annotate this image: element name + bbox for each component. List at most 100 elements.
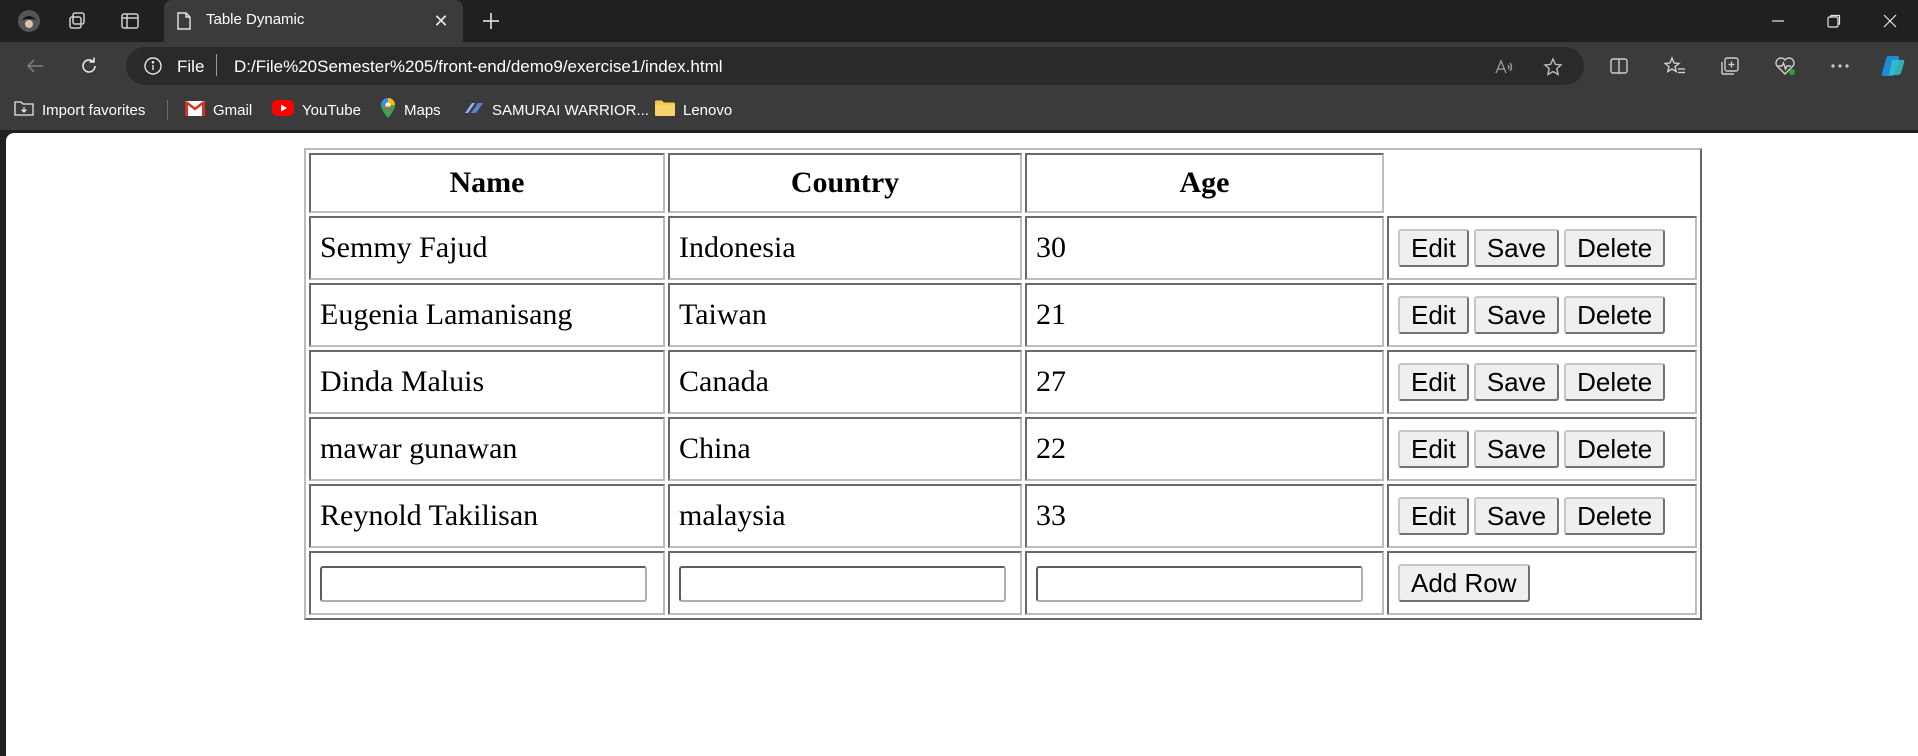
refresh-icon[interactable] [74, 52, 104, 80]
cell-actions: Edit Save Delete [1387, 417, 1697, 481]
cell-name: Semmy Fajud [309, 216, 665, 280]
dynamic-table: Name Country Age Semmy Fajud Indonesia 3… [304, 148, 1702, 620]
favorite-label: Lenovo [683, 101, 733, 119]
favorite-gmail[interactable]: Gmail [185, 100, 252, 120]
new-tab-icon[interactable] [478, 8, 504, 34]
delete-button[interactable]: Delete [1564, 363, 1666, 401]
table-row: mawar gunawan China 22 Edit Save Delete [309, 417, 1697, 481]
edit-button[interactable]: Edit [1398, 430, 1469, 468]
cell-name: mawar gunawan [309, 417, 665, 481]
cell-country: Canada [668, 350, 1022, 414]
site-info-icon[interactable] [144, 57, 162, 75]
address-bar[interactable]: File D:/File%20Semester%205/front-end/de… [126, 47, 1584, 85]
edit-button[interactable]: Edit [1398, 229, 1469, 267]
edit-button[interactable]: Edit [1398, 497, 1469, 535]
save-button[interactable]: Save [1473, 430, 1560, 468]
cell-new-country [668, 551, 1022, 615]
profile-avatar-icon[interactable] [16, 8, 42, 34]
minimize-icon[interactable] [1750, 0, 1806, 42]
cell-name: Reynold Takilisan [309, 484, 665, 548]
favorite-samurai-warrior[interactable]: SAMURAI WARRIOR... [464, 100, 649, 120]
cell-country: Indonesia [668, 216, 1022, 280]
cell-new-name [309, 551, 665, 615]
header-actions [1387, 153, 1697, 213]
cell-actions: Edit Save Delete [1387, 216, 1697, 280]
favorites-divider [167, 100, 168, 120]
delete-button[interactable]: Delete [1564, 229, 1666, 267]
url-divider [216, 54, 217, 76]
maps-icon [380, 98, 396, 122]
favorite-lenovo-folder[interactable]: Lenovo [655, 100, 732, 120]
copilot-icon[interactable] [1878, 52, 1908, 80]
cell-age: 21 [1025, 283, 1384, 347]
collections-icon[interactable] [1715, 52, 1745, 80]
workspaces-icon[interactable] [64, 8, 90, 34]
name-input[interactable] [320, 566, 647, 603]
close-tab-icon[interactable]: ✕ [429, 9, 453, 33]
delete-button[interactable]: Delete [1564, 296, 1666, 334]
restore-icon[interactable] [1806, 0, 1862, 42]
tab-strip: Table Dynamic ✕ [0, 0, 1918, 42]
favorite-star-icon[interactable] [1542, 56, 1564, 78]
cell-age: 33 [1025, 484, 1384, 548]
favorites-icon[interactable] [1660, 52, 1690, 80]
url-scheme-label: File [177, 57, 205, 76]
save-button[interactable]: Save [1473, 296, 1560, 334]
cell-actions: Edit Save Delete [1387, 350, 1697, 414]
favorite-label: Gmail [213, 101, 253, 119]
tab-actions-icon[interactable] [117, 8, 143, 34]
cell-country: China [668, 417, 1022, 481]
gmail-icon [185, 100, 205, 120]
samurai-icon [464, 101, 484, 119]
header-age: Age [1025, 153, 1384, 213]
favorite-import[interactable]: Import favorites [14, 100, 145, 120]
table-header-row: Name Country Age [309, 153, 1697, 213]
cell-actions: Edit Save Delete [1387, 283, 1697, 347]
folder-icon [655, 100, 675, 120]
save-button[interactable]: Save [1473, 229, 1560, 267]
read-aloud-icon[interactable] [1493, 56, 1515, 78]
cell-age: 22 [1025, 417, 1384, 481]
close-window-icon[interactable] [1862, 0, 1918, 42]
cell-name: Eugenia Lamanisang [309, 283, 665, 347]
edit-button[interactable]: Edit [1398, 363, 1469, 401]
favorite-label: SAMURAI WARRIOR... [492, 101, 649, 119]
cell-age: 27 [1025, 350, 1384, 414]
save-button[interactable]: Save [1473, 497, 1560, 535]
favorite-maps[interactable]: Maps [380, 98, 441, 122]
favorite-label: Import favorites [42, 101, 146, 119]
split-screen-icon[interactable] [1604, 52, 1634, 80]
edit-button[interactable]: Edit [1398, 296, 1469, 334]
table-row: Dinda Maluis Canada 27 Edit Save Delete [309, 350, 1697, 414]
navigation-toolbar: File D:/File%20Semester%205/front-end/de… [0, 42, 1918, 90]
header-name: Name [309, 153, 665, 213]
age-input[interactable] [1036, 566, 1363, 603]
cell-name: Dinda Maluis [309, 350, 665, 414]
favorite-youtube[interactable]: YouTube [272, 100, 361, 120]
tab-table-dynamic[interactable]: Table Dynamic ✕ [164, 0, 463, 42]
header-country: Country [668, 153, 1022, 213]
favorite-label: YouTube [302, 101, 361, 119]
more-options-icon[interactable] [1825, 52, 1855, 80]
add-row-button[interactable]: Add Row [1398, 564, 1530, 602]
url-text[interactable]: D:/File%20Semester%205/front-end/demo9/e… [234, 57, 723, 77]
favorites-bar: Import favorites Gmail YouTube Maps SAMU… [0, 90, 1918, 130]
cell-country: malaysia [668, 484, 1022, 548]
cell-country: Taiwan [668, 283, 1022, 347]
delete-button[interactable]: Delete [1564, 497, 1666, 535]
save-button[interactable]: Save [1473, 363, 1560, 401]
country-input[interactable] [679, 566, 1006, 603]
page-viewport: Name Country Age Semmy Fajud Indonesia 3… [6, 133, 1918, 756]
tab-title: Table Dynamic [206, 11, 305, 28]
browser-essentials-icon[interactable] [1770, 52, 1800, 80]
table-row: Eugenia Lamanisang Taiwan 21 Edit Save Del… [309, 283, 1697, 347]
page-icon [176, 12, 192, 30]
back-icon[interactable] [20, 52, 50, 80]
favorite-label: Maps [404, 101, 441, 119]
delete-button[interactable]: Delete [1564, 430, 1666, 468]
cell-new-actions: Add Row [1387, 551, 1697, 615]
cell-age: 30 [1025, 216, 1384, 280]
table-row: Reynold Takilisan malaysia 33 Edit Save De… [309, 484, 1697, 548]
table-row: Semmy Fajud Indonesia 30 Edit Save Delete [309, 216, 1697, 280]
import-icon [14, 99, 34, 121]
